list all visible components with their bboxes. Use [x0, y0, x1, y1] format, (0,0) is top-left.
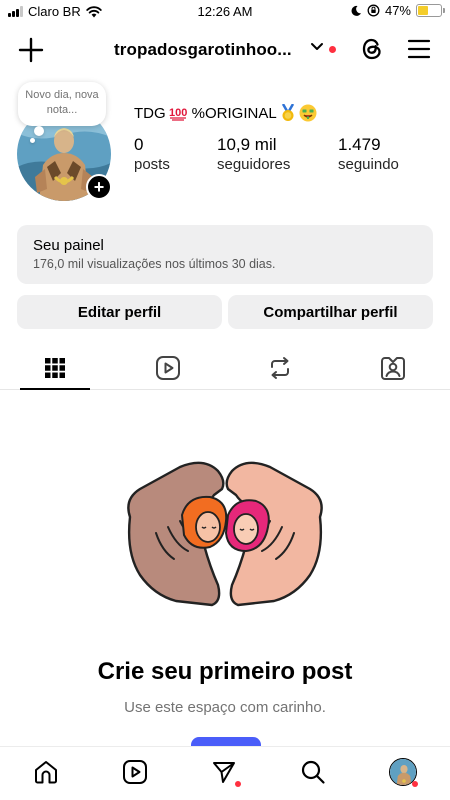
nav-reels[interactable]	[120, 757, 150, 787]
status-bar: Claro BR 12:26 AM 47%	[0, 0, 450, 24]
chevron-down-icon[interactable]	[310, 42, 324, 52]
svg-text:100: 100	[169, 107, 187, 119]
display-name-text: TDG	[134, 104, 166, 122]
tab-reposts[interactable]	[244, 345, 316, 390]
profile-header: tropadosgarotinhoo...	[0, 30, 450, 70]
dashboard-title: Seu painel	[33, 237, 104, 254]
home-icon	[35, 761, 57, 784]
status-right: 47%	[350, 3, 445, 18]
display-name: TDG 100 %ORIGINAL	[134, 104, 317, 122]
note-text: Novo dia, nova nota...	[25, 89, 99, 116]
stat-label: posts	[134, 156, 170, 173]
search-icon	[301, 760, 325, 784]
heart-hands-illustration	[127, 461, 323, 607]
direct-notification-dot	[235, 781, 241, 787]
tagged-icon	[381, 356, 405, 380]
battery-level	[418, 6, 429, 15]
share-profile-button[interactable]: Compartilhar perfil	[228, 295, 433, 329]
moon-icon	[351, 5, 361, 16]
stat-value: 10,9 mil	[217, 135, 277, 154]
stat-label: seguidores	[217, 156, 291, 173]
empty-state-title: Crie seu primeiro post	[97, 658, 353, 685]
orientation-lock-icon	[367, 4, 380, 17]
battery-icon	[416, 4, 445, 17]
edit-profile-button[interactable]: Editar perfil	[17, 295, 222, 329]
nav-home[interactable]	[31, 757, 61, 787]
profile-notification-dot	[412, 781, 418, 787]
tab-tagged[interactable]	[357, 345, 429, 390]
reels-icon	[123, 760, 147, 784]
battery-percent: 47%	[384, 3, 411, 18]
hundred-emoji-icon: 100	[169, 107, 187, 121]
empty-state-subtitle: Use este espaço com carinho.	[124, 699, 326, 716]
stat-following[interactable]: 1.479 seguindo	[338, 135, 399, 174]
note-bubble[interactable]: Novo dia, nova nota...	[18, 82, 106, 126]
bottom-navigation	[0, 746, 450, 800]
menu-icon[interactable]	[407, 38, 431, 60]
note-bubble-tail	[34, 126, 44, 136]
stat-posts[interactable]: 0 posts	[134, 135, 170, 174]
active-tab-indicator	[20, 388, 90, 390]
tab-reels[interactable]	[132, 345, 204, 390]
grid-icon	[45, 357, 65, 378]
reels-icon	[156, 355, 180, 380]
display-name-suffix: %ORIGINAL	[191, 104, 277, 122]
reposts-icon	[271, 356, 289, 379]
threads-icon[interactable]	[358, 35, 386, 63]
professional-dashboard-card[interactable]: Seu painel 176,0 mil visualizações nos ú…	[17, 225, 433, 284]
username[interactable]: tropadosgarotinhoo...	[114, 40, 292, 60]
profile-tabs	[0, 345, 450, 390]
account-notification-dot	[329, 46, 336, 53]
stat-label: seguindo	[338, 156, 399, 173]
stat-value: 0	[134, 135, 144, 154]
tab-grid[interactable]	[19, 345, 91, 390]
money-face-emoji-icon	[299, 104, 317, 122]
note-bubble-tail-small	[30, 138, 35, 143]
nav-search[interactable]	[298, 757, 328, 787]
profile-stats: 0 posts 10,9 mil seguidores 1.479 seguin…	[134, 135, 434, 175]
direct-icon	[213, 762, 235, 783]
stat-value: 1.479	[338, 135, 381, 154]
dashboard-subtitle: 176,0 mil visualizações nos últimos 30 d…	[33, 257, 276, 271]
medal-emoji-icon	[281, 104, 294, 121]
add-story-button[interactable]: +	[86, 174, 112, 200]
plus-icon[interactable]	[18, 37, 44, 63]
stat-followers[interactable]: 10,9 mil seguidores	[217, 135, 290, 174]
